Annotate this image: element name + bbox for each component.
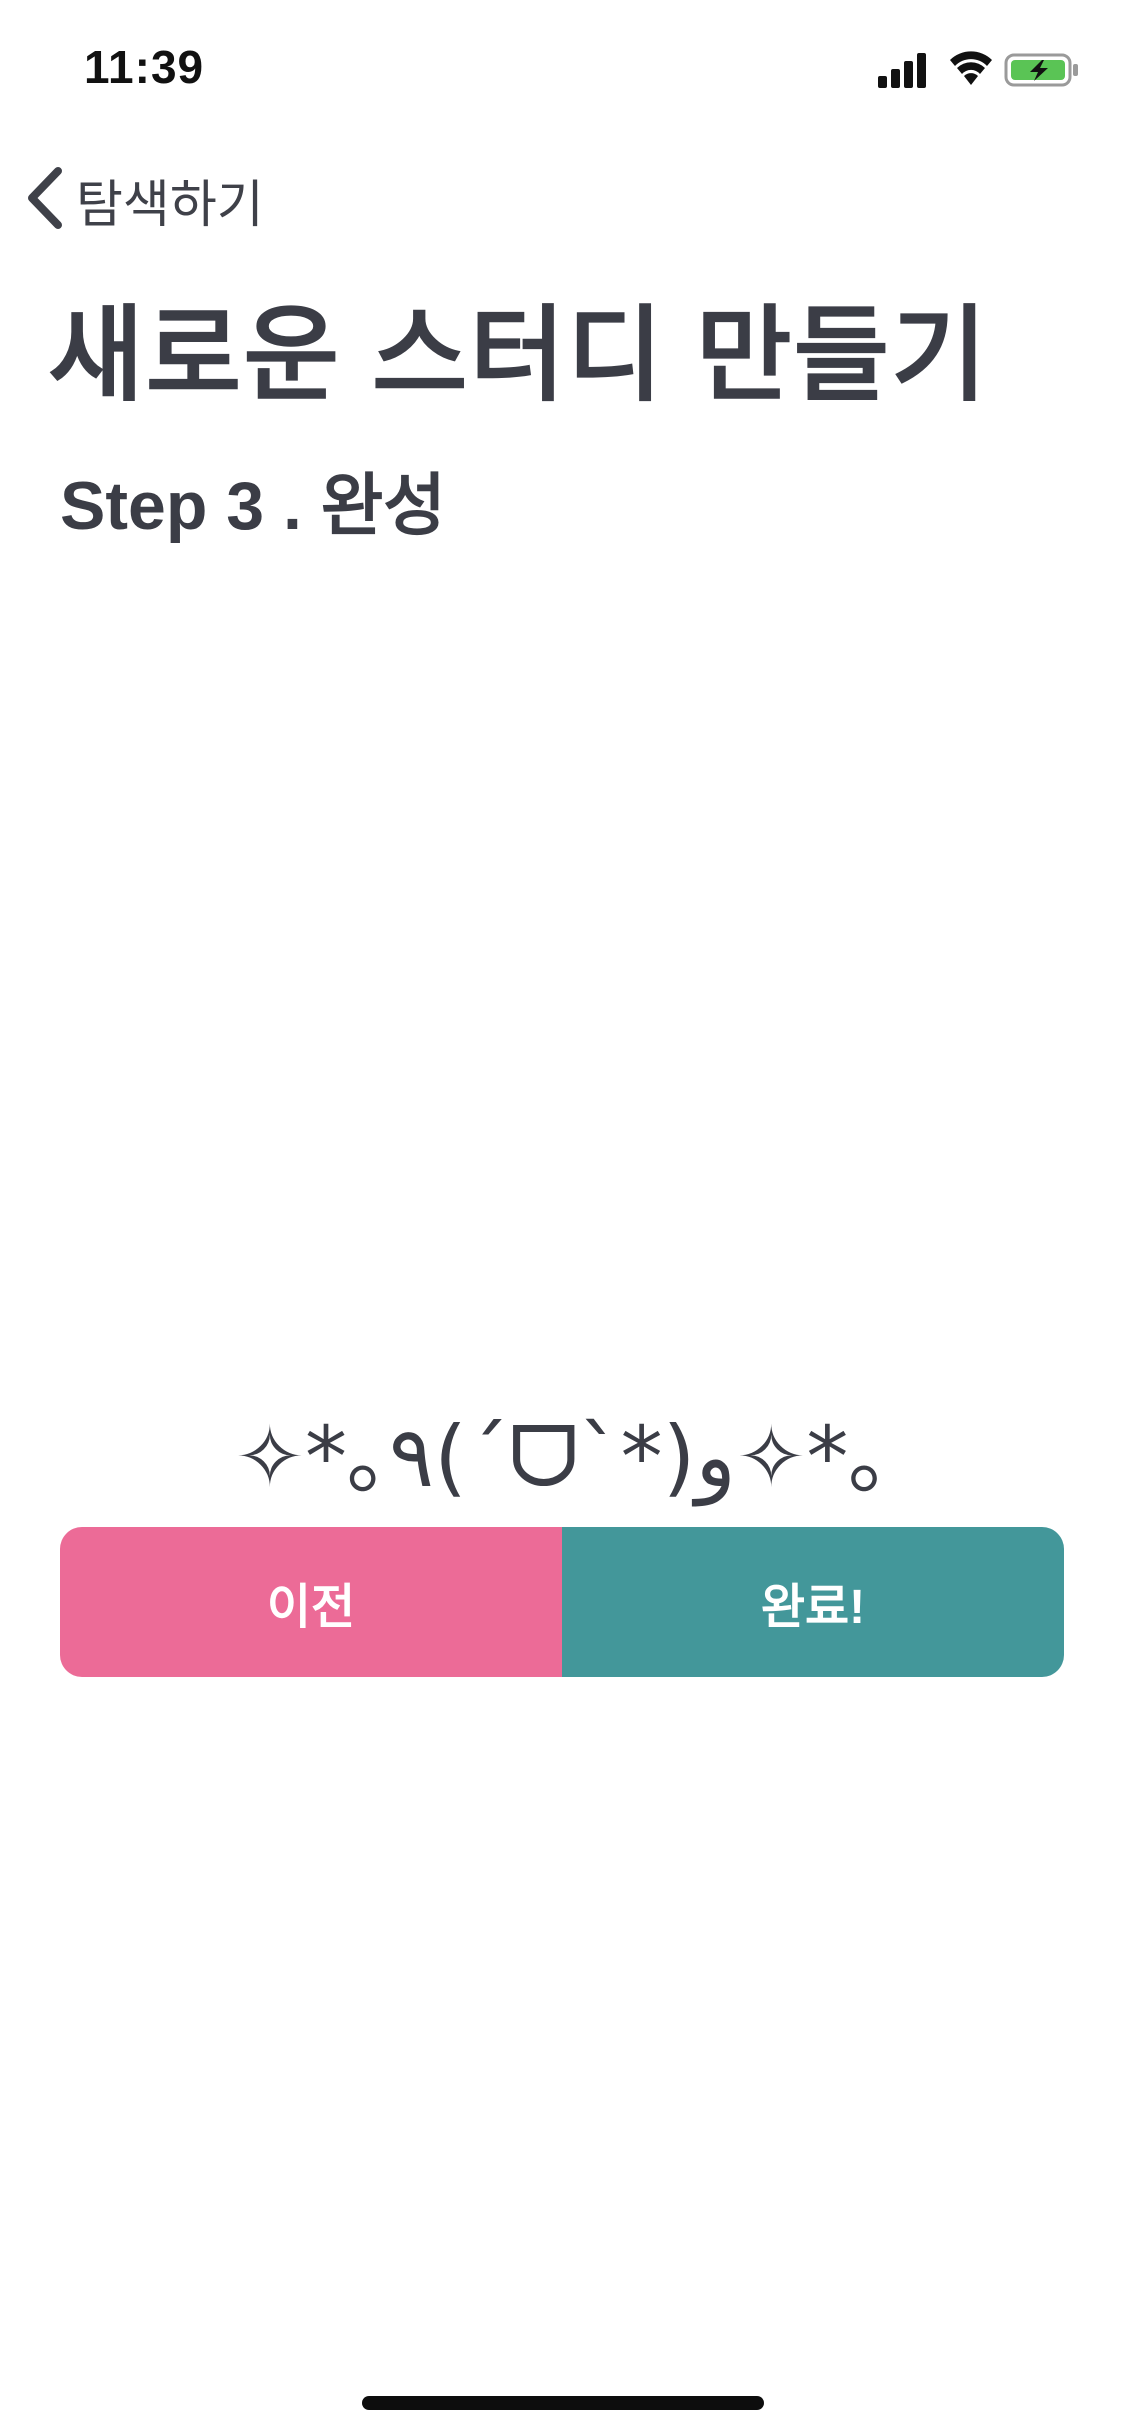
status-time: 11:39 — [84, 41, 205, 93]
complete-button[interactable]: 완료! — [562, 1527, 1064, 1677]
button-row: 이전 완료! — [60, 1527, 1064, 1677]
wifi-icon — [950, 51, 992, 85]
back-button-label: 탐색하기 — [76, 176, 264, 233]
page-title: 새로운 스터디 만들기 — [48, 298, 989, 414]
celebration-kaomoji: ✧*｡٩(ˊᗜˋ*)و✧*｡ — [234, 1408, 891, 1506]
cellular-signal-icon — [878, 53, 926, 88]
back-button[interactable]: 탐색하기 — [24, 160, 264, 240]
chevron-left-icon — [24, 165, 66, 236]
battery-charging-icon — [1004, 53, 1078, 87]
home-indicator[interactable] — [362, 2396, 764, 2410]
status-bar: 11:39 — [0, 0, 1125, 135]
previous-button[interactable]: 이전 — [60, 1527, 562, 1677]
step-title: Step 3 . 완성 — [60, 468, 446, 544]
status-icons — [878, 50, 1083, 90]
